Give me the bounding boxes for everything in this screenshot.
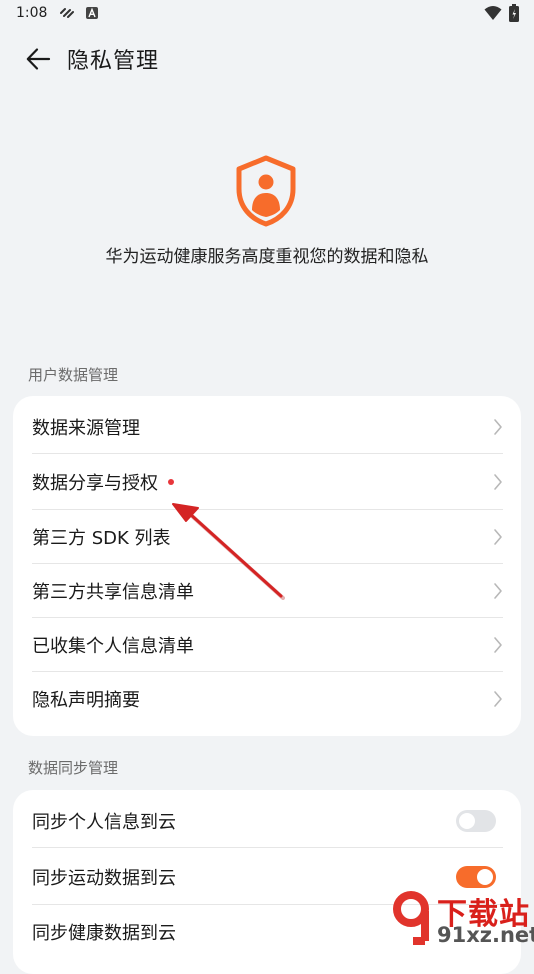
battery-icon <box>509 4 519 22</box>
chevron-right-icon <box>494 419 502 435</box>
row-privacy-summary[interactable]: 隐私声明摘要 <box>13 672 521 726</box>
watermark-url: 91xz.net <box>437 923 534 947</box>
row-label-with-badge: 数据分享与授权 <box>32 469 174 495</box>
chevron-right-icon <box>494 583 502 599</box>
row-label: 数据分享与授权 <box>32 473 158 494</box>
row-label: 第三方共享信息清单 <box>32 582 194 603</box>
row-collected-info[interactable]: 已收集个人信息清单 <box>13 618 521 672</box>
user-data-card: 数据来源管理 数据分享与授权 第三方 SDK 列表 第三方共享信息清单 已收集个… <box>13 396 521 736</box>
status-bar: 1:08 <box>0 0 534 28</box>
row-sync-personal-info: 同步个人信息到云 <box>13 794 521 848</box>
toggle-knob <box>477 868 493 885</box>
back-arrow-icon[interactable] <box>24 45 52 73</box>
row-label: 同步运动数据到云 <box>32 867 176 889</box>
toggle-knob <box>459 813 475 829</box>
row-label: 已收集个人信息清单 <box>32 636 194 657</box>
row-third-party-sharing[interactable]: 第三方共享信息清单 <box>13 564 521 618</box>
row-label: 第三方 SDK 列表 <box>32 528 171 549</box>
chevron-right-icon <box>494 637 502 653</box>
chevron-right-icon <box>494 529 502 545</box>
notification-icon <box>60 8 74 18</box>
row-label: 数据来源管理 <box>32 418 140 439</box>
row-label: 同步健康数据到云 <box>32 923 176 944</box>
chevron-right-icon <box>494 691 502 707</box>
chevron-right-icon <box>494 474 502 490</box>
watermark-logo-icon <box>393 891 429 945</box>
app-a-icon <box>86 7 98 19</box>
site-watermark: 下载站 91xz.net <box>385 885 534 950</box>
page-title: 隐私管理 <box>67 49 160 74</box>
wifi-icon <box>484 6 502 20</box>
privacy-shield-icon <box>236 155 296 227</box>
sync-personal-info-toggle[interactable] <box>456 810 496 832</box>
row-label: 隐私声明摘要 <box>32 690 140 711</box>
row-data-source[interactable]: 数据来源管理 <box>13 400 521 454</box>
app-header: 隐私管理 <box>0 36 534 80</box>
section-label-user-data: 用户数据管理 <box>28 366 119 384</box>
privacy-statement-text: 华为运动健康服务高度重视您的数据和隐私 <box>105 247 429 267</box>
status-time: 1:08 <box>16 5 48 21</box>
row-data-sharing[interactable]: 数据分享与授权 <box>13 454 521 510</box>
row-label: 同步个人信息到云 <box>32 812 176 833</box>
row-third-party-sdk[interactable]: 第三方 SDK 列表 <box>13 510 521 564</box>
new-badge-dot <box>168 479 174 485</box>
section-label-data-sync: 数据同步管理 <box>28 759 119 777</box>
